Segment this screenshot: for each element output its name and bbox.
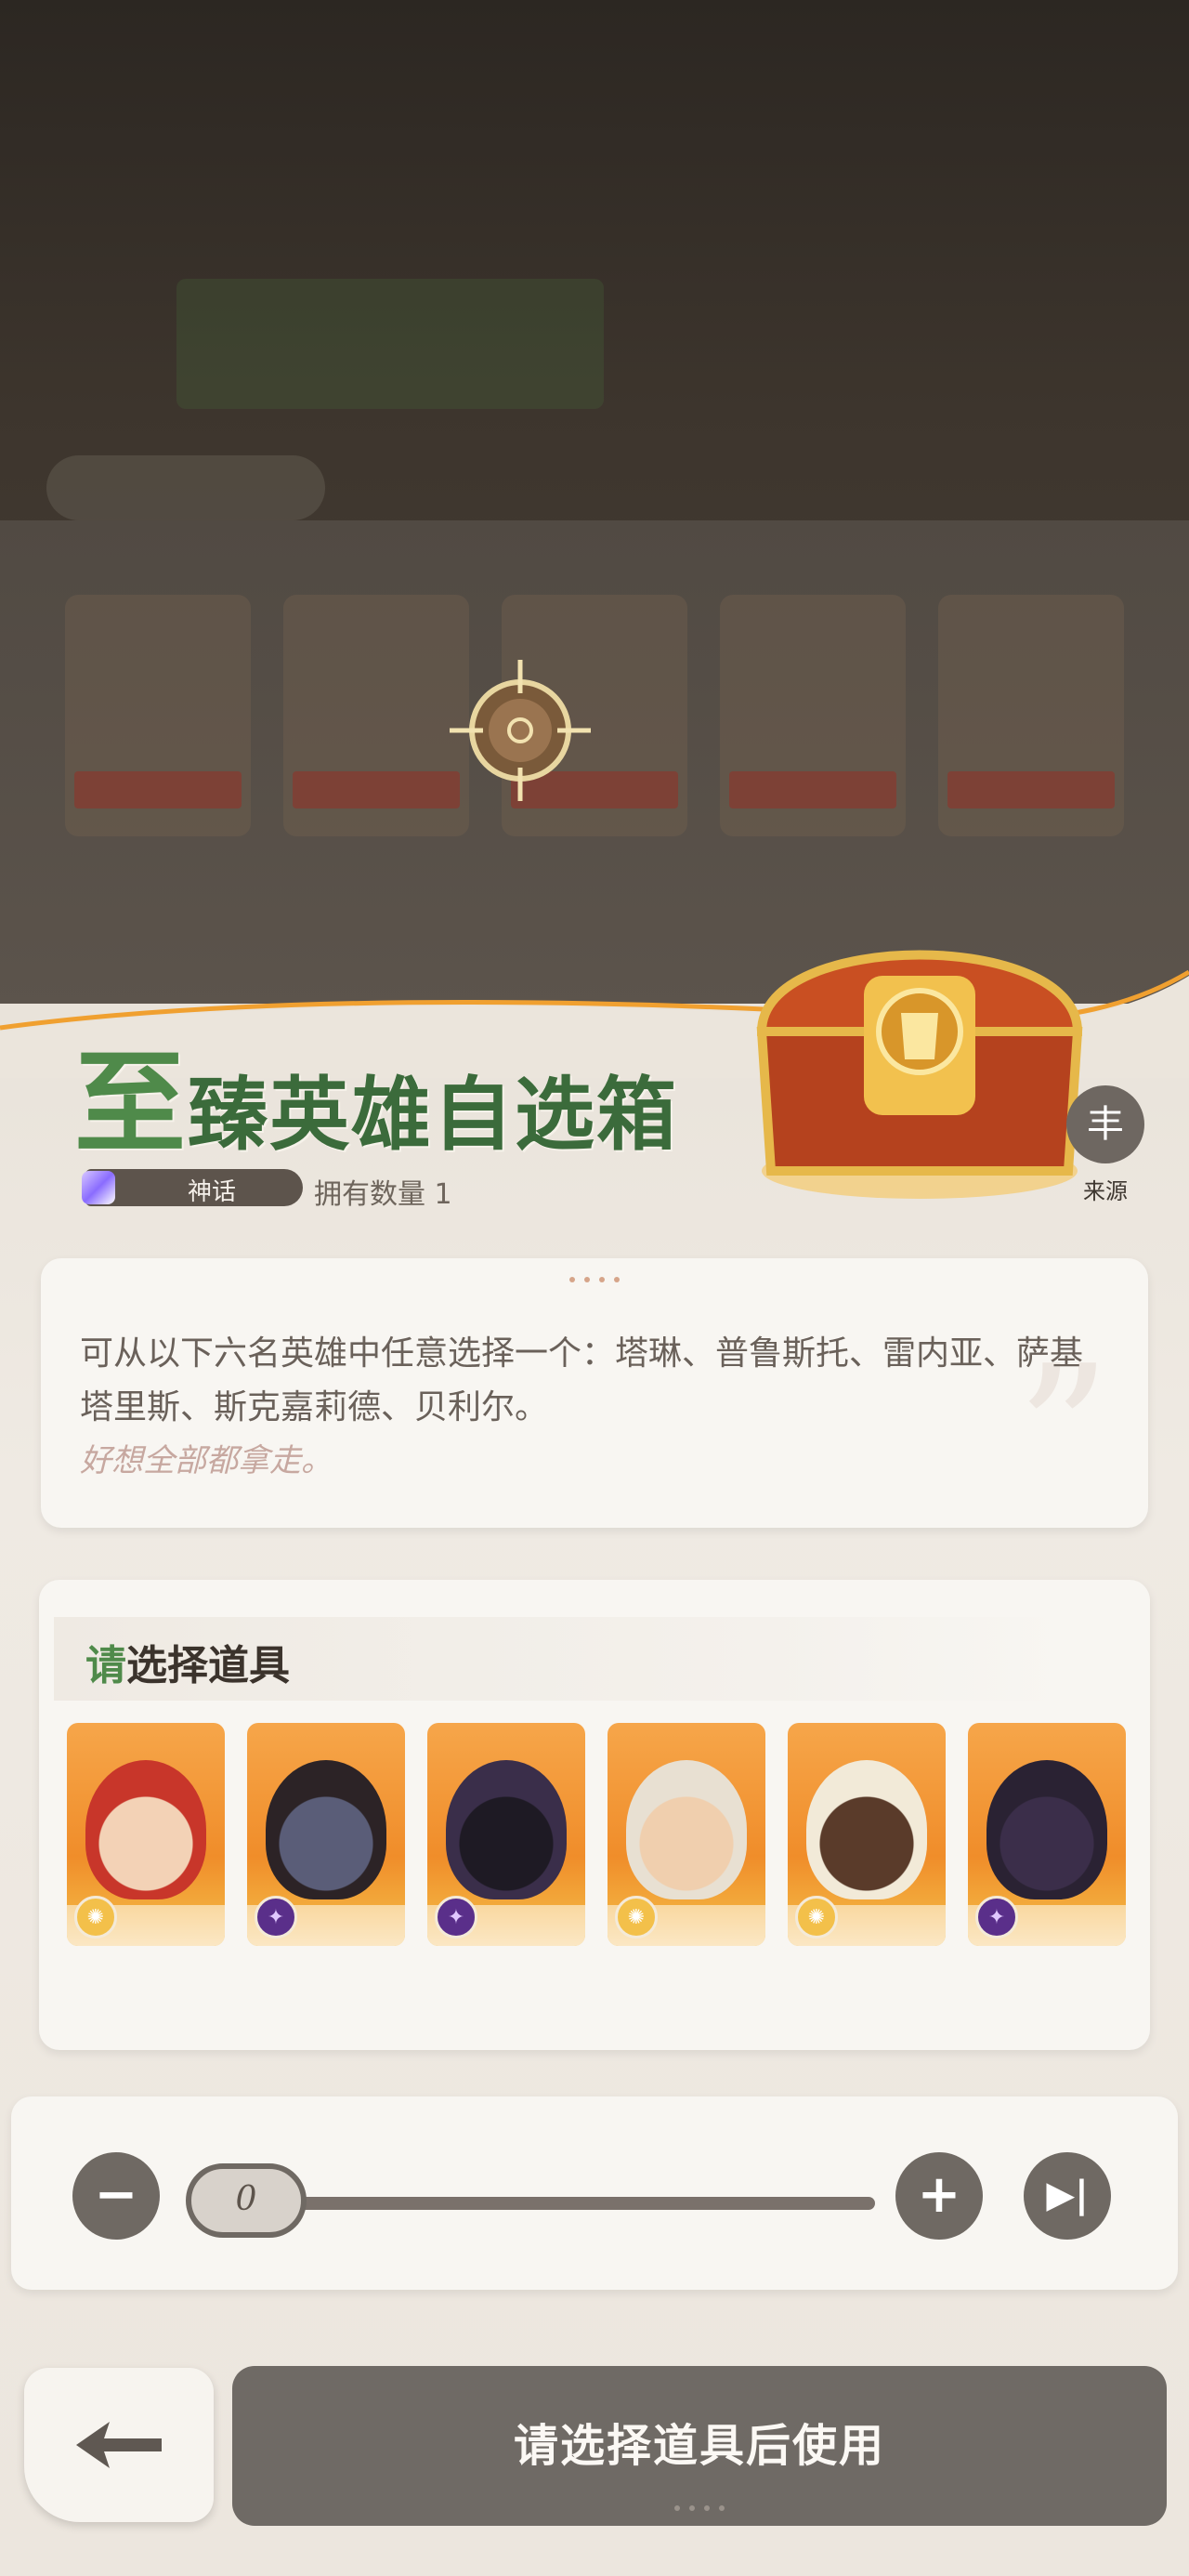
- hero-portrait[interactable]: ✦: [427, 1723, 585, 1946]
- source-button[interactable]: 丰: [1066, 1085, 1144, 1163]
- compass-icon: [450, 660, 591, 801]
- description-card: ” 可从以下六名英雄中任意选择一个：塔琳、普鲁斯托、雷内亚、萨基塔里斯、斯克嘉莉…: [41, 1258, 1148, 1528]
- background-tile: [283, 595, 469, 836]
- star-faction-icon: ✺: [74, 1896, 117, 1939]
- rarity-label: 神话: [188, 1178, 237, 1206]
- background-tile: [938, 595, 1124, 836]
- owned-count: 拥有数量 1: [314, 1178, 452, 1211]
- hero-portrait[interactable]: ✺: [67, 1723, 225, 1946]
- button-dots: [662, 2505, 737, 2515]
- hero-face: [626, 1760, 747, 1899]
- hero-face: [85, 1760, 206, 1899]
- star-faction-icon: ✺: [615, 1896, 658, 1939]
- select-title: 请选择道具: [85, 1632, 290, 1691]
- hero-face: [446, 1760, 567, 1899]
- description-text: 可从以下六名英雄中任意选择一个：塔琳、普鲁斯托、雷内亚、萨基塔里斯、斯克嘉莉德、…: [80, 1334, 1084, 1426]
- hero-list: ✺ ✦ ✦ ✺ ✺ ✦: [67, 1723, 1126, 1946]
- hero-portrait[interactable]: ✺: [608, 1723, 765, 1946]
- hero-portrait[interactable]: ✺: [788, 1723, 946, 1946]
- star-faction-icon: ✺: [795, 1896, 838, 1939]
- select-item-card: 请选择道具 ✺ ✦ ✦ ✺ ✺ ✦: [39, 1580, 1150, 2050]
- background-title-ghost: [176, 279, 604, 409]
- item-title-first-char: 至: [74, 1038, 188, 1169]
- quantity-slider-track[interactable]: [253, 2197, 875, 2210]
- max-button[interactable]: ▶|: [1024, 2152, 1111, 2240]
- back-button[interactable]: [24, 2368, 214, 2522]
- source-label: 来源: [1083, 1178, 1128, 1204]
- back-arrow-icon: [76, 2422, 162, 2468]
- background-pill-ghost: [46, 455, 325, 520]
- rarity-gem-icon: [82, 1171, 115, 1204]
- hero-portrait[interactable]: ✦: [968, 1723, 1126, 1946]
- decrease-button[interactable]: −: [72, 2152, 160, 2240]
- quantity-card: − 0 + ▶|: [11, 2096, 1178, 2290]
- item-title: 至臻英雄自选箱: [74, 1013, 678, 1175]
- card-dots-top: [557, 1277, 632, 1286]
- hero-face: [266, 1760, 386, 1899]
- flavor-text: 好想全部都拿走。: [80, 1442, 333, 1479]
- item-title-rest: 臻英雄自选箱: [188, 1068, 678, 1162]
- quantity-slider-thumb[interactable]: 0: [186, 2163, 307, 2238]
- background-tile: [720, 595, 906, 836]
- arcane-faction-icon: ✦: [975, 1896, 1018, 1939]
- background-tile: [65, 595, 251, 836]
- select-title-accent: 请: [85, 1642, 126, 1689]
- increase-button[interactable]: +: [895, 2152, 983, 2240]
- hero-face: [806, 1760, 927, 1899]
- arcane-faction-icon: ✦: [435, 1896, 477, 1939]
- source-icon: 丰: [1087, 1103, 1124, 1146]
- use-button-label: 请选择道具后使用: [513, 2420, 885, 2472]
- rarity-badge: 神话: [82, 1169, 303, 1206]
- hero-face: [986, 1760, 1107, 1899]
- hero-portrait[interactable]: ✦: [247, 1723, 405, 1946]
- arcane-faction-icon: ✦: [255, 1896, 297, 1939]
- use-button[interactable]: 请选择道具后使用: [232, 2366, 1167, 2526]
- treasure-chest-icon: [756, 950, 1083, 1199]
- select-title-rest: 选择道具: [126, 1642, 290, 1689]
